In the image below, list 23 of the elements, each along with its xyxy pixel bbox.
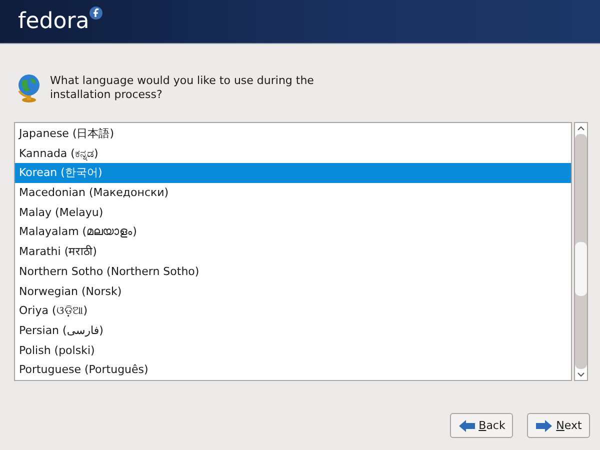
next-button[interactable]: Next: [527, 413, 590, 438]
language-item[interactable]: Oriya (ଓଡ଼ିଆ): [15, 301, 571, 321]
back-button[interactable]: Back: [450, 413, 513, 438]
language-list[interactable]: [14, 122, 572, 381]
logo: fedora: [18, 9, 90, 34]
language-item[interactable]: Macedonian (Македонски): [15, 183, 571, 203]
language-item[interactable]: Marathi (मराठी): [15, 242, 571, 262]
language-item[interactable]: Polish (polski): [15, 340, 571, 360]
left-arrow-icon: [458, 418, 476, 432]
language-item[interactable]: Portuguese (Português): [15, 360, 571, 380]
language-item[interactable]: Northern Sotho (Northern Sotho): [15, 262, 571, 282]
language-item[interactable]: Norwegian (Norsk): [15, 282, 571, 302]
language-item[interactable]: Malay (Melayu): [15, 202, 571, 222]
language-question: What language would you like to use during the installation process?: [50, 74, 315, 102]
logo-icon: [89, 6, 104, 20]
scrollbar-drawing[interactable]: [574, 122, 588, 381]
language-item[interactable]: Malayalam (മലയാളം): [15, 222, 571, 242]
language-item[interactable]: Japanese (日本語): [15, 124, 571, 144]
language-item[interactable]: Kannada (ಕನ್ನಡ): [15, 144, 571, 164]
language-item[interactable]: Korean (한국어): [15, 163, 571, 184]
right-arrow-icon: [535, 418, 554, 432]
globe-icon: [16, 73, 42, 103]
language-item[interactable]: Persian (فارسی): [15, 320, 571, 341]
